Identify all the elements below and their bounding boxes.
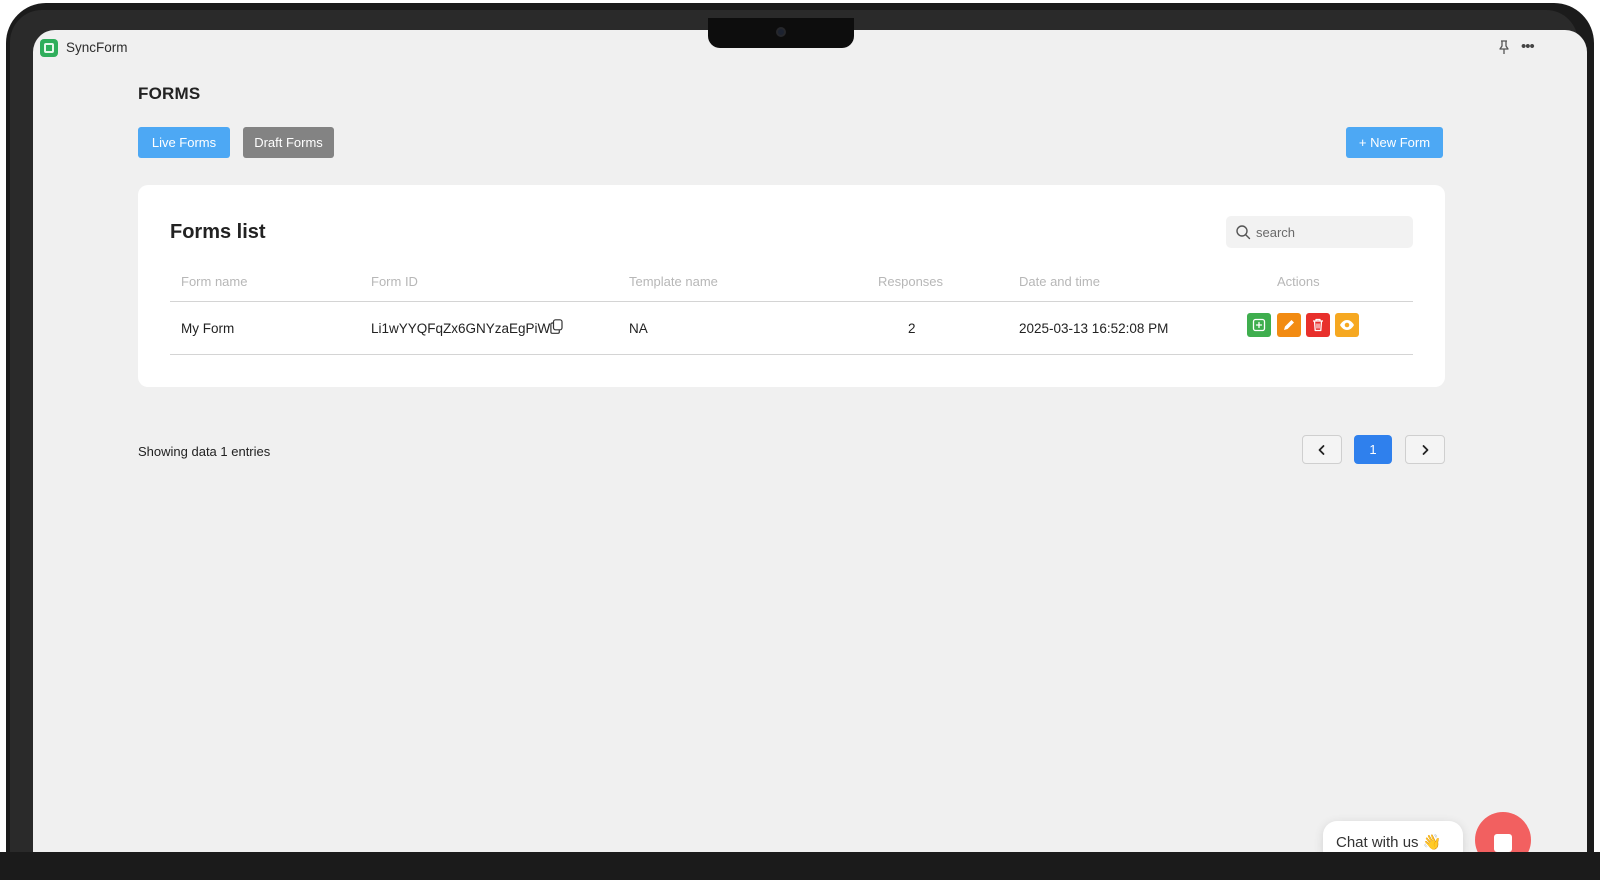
- duplicate-form-button[interactable]: [1247, 313, 1271, 337]
- table-row-divider: [170, 354, 1413, 355]
- pencil-icon: [1284, 320, 1294, 330]
- live-forms-button[interactable]: Live Forms: [138, 127, 230, 158]
- search-input[interactable]: [1256, 216, 1406, 248]
- device-bottom-bar: [0, 852, 1600, 880]
- header-form-name: Form name: [181, 274, 248, 289]
- trash-icon: [1313, 318, 1323, 332]
- pagination-page-button[interactable]: 1: [1354, 435, 1392, 464]
- new-form-button[interactable]: + New Form: [1346, 127, 1443, 158]
- pagination-next-button[interactable]: [1405, 435, 1445, 464]
- page-title: FORMS: [138, 84, 201, 103]
- camera-notch: [708, 18, 854, 48]
- cell-responses: 2: [908, 321, 916, 336]
- pagination-prev-button[interactable]: [1302, 435, 1342, 464]
- view-form-button[interactable]: [1335, 313, 1359, 337]
- app-logo-icon: [40, 39, 58, 57]
- pin-icon[interactable]: [1496, 39, 1512, 55]
- chevron-left-icon: [1318, 444, 1325, 455]
- delete-form-button[interactable]: [1306, 313, 1330, 337]
- card-title: Forms list: [170, 221, 266, 243]
- header-date-time: Date and time: [1019, 274, 1100, 289]
- entries-count-text: Showing data 1 entries: [138, 444, 271, 459]
- cell-template-name: NA: [629, 321, 648, 336]
- table-header-divider: [170, 301, 1413, 302]
- search-icon: [1236, 225, 1251, 240]
- forms-list-card: Forms list Form name Form ID Template na…: [138, 185, 1445, 387]
- cell-form-name: My Form: [181, 321, 235, 336]
- header-template-name: Template name: [629, 274, 718, 289]
- more-options-icon[interactable]: •••: [1521, 39, 1539, 55]
- chat-label: Chat with us 👋: [1336, 834, 1442, 851]
- chat-icon: [1494, 834, 1512, 852]
- header-actions: Actions: [1277, 274, 1320, 289]
- device-bezel: SyncForm ••• FORMS Live Forms Draft Form…: [10, 10, 1587, 877]
- cell-date-time: 2025-03-13 16:52:08 PM: [1019, 321, 1169, 336]
- draft-forms-button[interactable]: Draft Forms: [243, 127, 334, 158]
- edit-form-button[interactable]: [1277, 313, 1301, 337]
- eye-icon: [1340, 320, 1354, 330]
- app-name: SyncForm: [66, 40, 128, 55]
- chevron-right-icon: [1422, 444, 1429, 455]
- app-window: SyncForm ••• FORMS Live Forms Draft Form…: [33, 30, 1587, 862]
- header-responses: Responses: [878, 274, 944, 289]
- cell-form-id: Li1wYYQFqZx6GNYzaEgPiW: [371, 321, 551, 336]
- header-form-id: Form ID: [371, 274, 418, 289]
- copy-id-icon[interactable]: [550, 319, 563, 334]
- search-box: [1226, 216, 1413, 248]
- camera-icon: [776, 27, 786, 37]
- duplicate-icon: [1252, 318, 1266, 332]
